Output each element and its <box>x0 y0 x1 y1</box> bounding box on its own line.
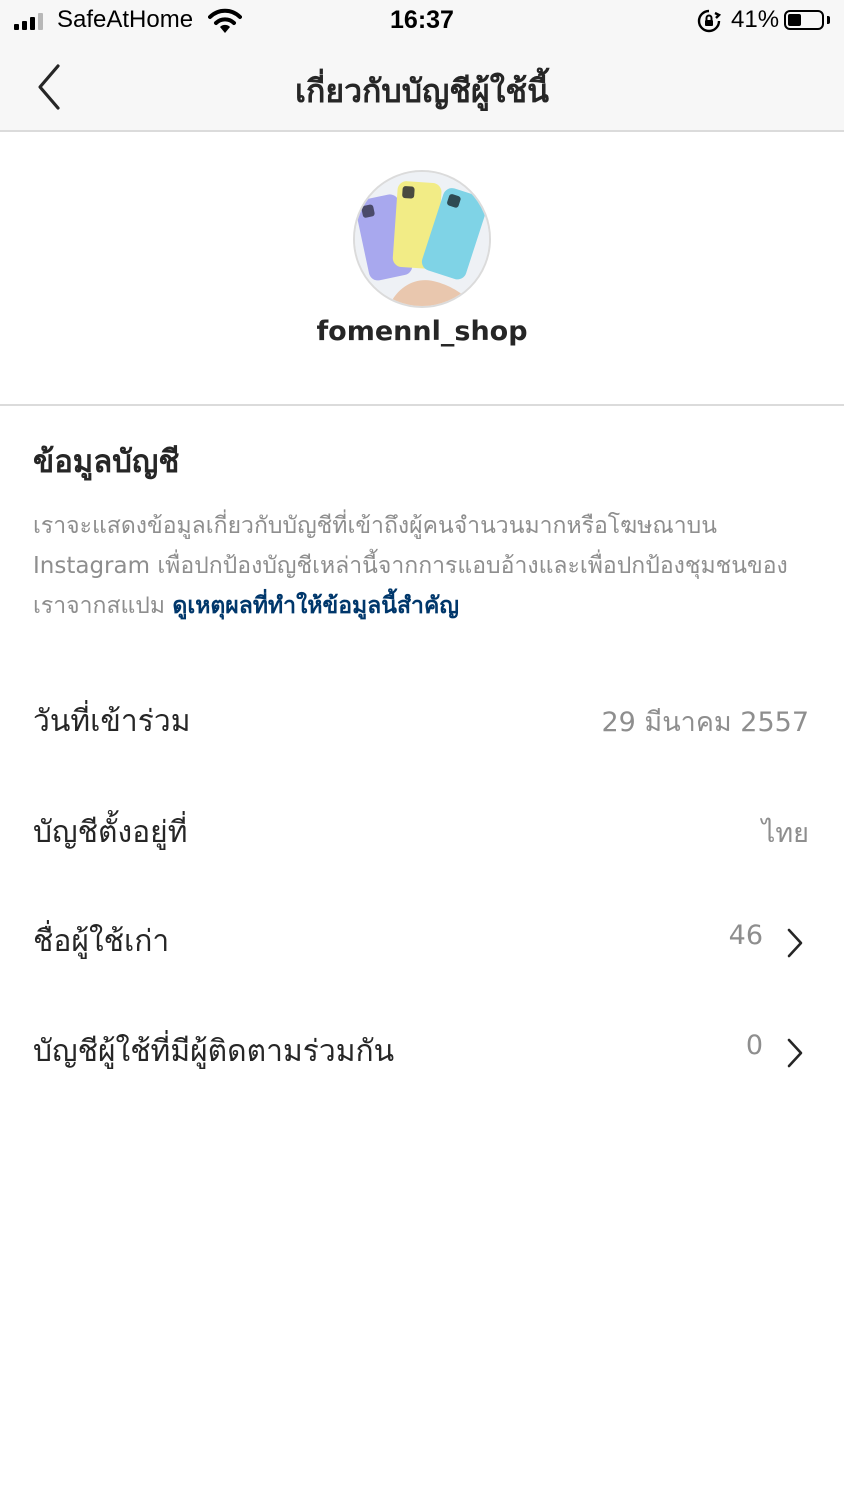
avatar[interactable] <box>353 170 491 308</box>
row-label: บัญชีตั้งอยู่ที่ <box>33 815 188 850</box>
page-title: เกี่ยวกับบัญชีผู้ใช้นี้ <box>295 72 549 110</box>
battery-percent: 41% <box>731 6 780 33</box>
row-value: 0 <box>745 1030 763 1061</box>
description-line: เราจะแสดงข้อมูลเกี่ยวกับบัญชีที่เข้าถึงผ… <box>33 513 717 539</box>
chevron-right-icon <box>787 928 803 958</box>
row-label: ชื่อผู้ใช้เก่า <box>33 924 170 959</box>
row-accounts-with-shared-followers[interactable]: บัญชีผู้ใช้ที่มีผู้ติดตามร่วมกัน 0 <box>0 1002 844 1102</box>
row-date-joined: วันที่เข้าร่วม 29 มีนาคม 2557 <box>0 672 844 772</box>
row-label: บัญชีผู้ใช้ที่มีผู้ติดตามร่วมกัน <box>33 1034 395 1069</box>
profile-avatar-phones-icon <box>355 172 489 306</box>
chevron-right-icon <box>787 1038 803 1068</box>
learn-why-link[interactable]: ดูเหตุผลที่ทำให้ข้อมูลนี้สำคัญ <box>172 593 459 619</box>
row-account-based-in: บัญชีตั้งอยู่ที่ ไทย <box>0 783 844 883</box>
row-value: ไทย <box>761 818 809 849</box>
battery-tip <box>827 16 830 24</box>
description-line: Instagram เพื่อปกป้องบัญชีเหล่านี้จากการ… <box>33 553 788 579</box>
row-value: 29 มีนาคม 2557 <box>601 707 809 738</box>
account-info-heading: ข้อมูลบัญชี <box>33 444 180 480</box>
row-label: วันที่เข้าร่วม <box>33 704 191 739</box>
battery-icon <box>784 10 824 30</box>
username: fomennl_shop <box>316 316 528 347</box>
row-value: 46 <box>728 920 763 951</box>
status-bar: SafeAtHome 16:37 41% <box>0 0 844 44</box>
nav-bar: เกี่ยวกับบัญชีผู้ใช้นี้ <box>0 44 844 132</box>
rotation-lock-icon <box>697 9 721 33</box>
account-info-description: เราจะแสดงข้อมูลเกี่ยวกับบัญชีที่เข้าถึงผ… <box>33 506 823 626</box>
profile-header: fomennl_shop <box>0 132 844 406</box>
description-line: เราจากสแปม <box>33 593 166 619</box>
row-former-usernames[interactable]: ชื่อผู้ใช้เก่า 46 <box>0 892 844 992</box>
battery-level-fill <box>788 14 801 26</box>
description-line-last: เราจากสแปม ดูเหตุผลที่ทำให้ข้อมูลนี้สำคั… <box>33 586 823 626</box>
